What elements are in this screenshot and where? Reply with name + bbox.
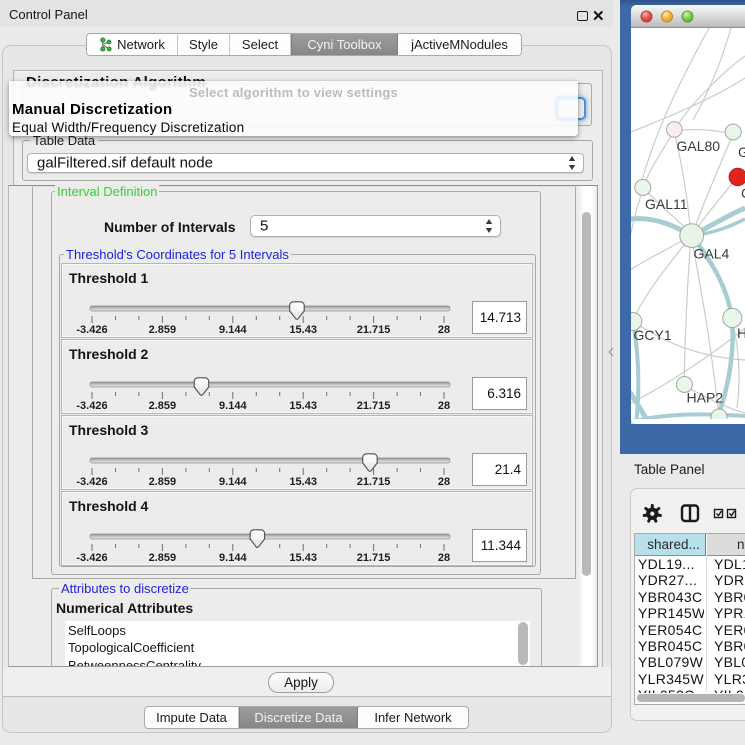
svg-text:9.144: 9.144 xyxy=(219,552,247,564)
svg-text:15.43: 15.43 xyxy=(289,552,317,564)
svg-text:9.144: 9.144 xyxy=(219,476,247,488)
svg-text:21.715: 21.715 xyxy=(357,476,391,488)
svg-text:15.43: 15.43 xyxy=(289,400,317,412)
svg-text:2.859: 2.859 xyxy=(149,476,177,488)
svg-text:C..: C.. xyxy=(741,185,745,201)
svg-text:21.715: 21.715 xyxy=(357,552,391,564)
svg-text:9.144: 9.144 xyxy=(219,400,247,412)
svg-text:HAP2: HAP2 xyxy=(687,390,724,406)
svg-text:21.715: 21.715 xyxy=(357,324,391,336)
svg-text:-3.426: -3.426 xyxy=(76,324,107,336)
svg-text:2.859: 2.859 xyxy=(149,552,177,564)
svg-text:GAL11: GAL11 xyxy=(645,196,688,212)
svg-text:H: H xyxy=(737,325,745,341)
svg-text:28: 28 xyxy=(438,324,450,336)
svg-text:GCY1: GCY1 xyxy=(634,327,672,343)
svg-text:G..: G.. xyxy=(738,144,745,160)
svg-text:9.144: 9.144 xyxy=(219,324,247,336)
svg-text:-3.426: -3.426 xyxy=(76,552,107,564)
svg-text:28: 28 xyxy=(438,476,450,488)
svg-text:GAL80: GAL80 xyxy=(677,138,721,154)
svg-text:21.715: 21.715 xyxy=(357,400,391,412)
svg-text:15.43: 15.43 xyxy=(289,476,317,488)
svg-text:2.859: 2.859 xyxy=(149,400,177,412)
svg-text:-3.426: -3.426 xyxy=(76,476,107,488)
svg-text:2.859: 2.859 xyxy=(149,324,177,336)
svg-text:-3.426: -3.426 xyxy=(76,400,107,412)
svg-text:GAL4: GAL4 xyxy=(694,246,730,262)
svg-text:15.43: 15.43 xyxy=(289,324,317,336)
svg-text:28: 28 xyxy=(438,552,450,564)
svg-text:28: 28 xyxy=(438,400,450,412)
